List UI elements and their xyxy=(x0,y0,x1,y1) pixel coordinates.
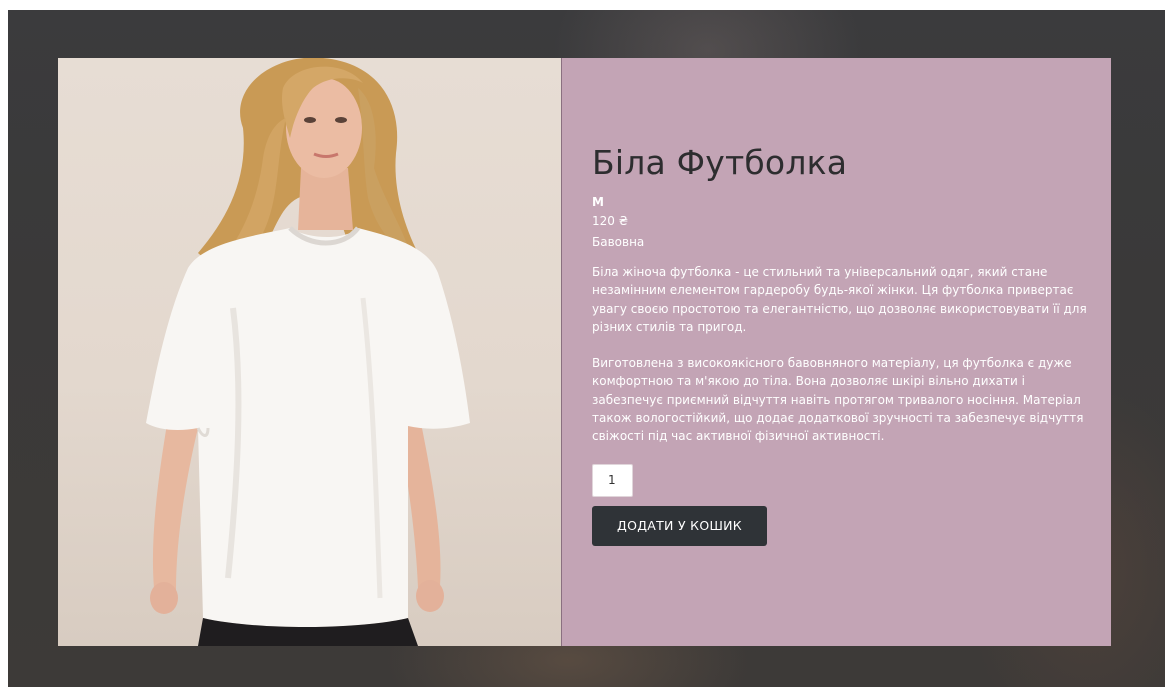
product-description: Біла жіноча футболка - це стильний та ун… xyxy=(592,263,1087,446)
product-price: 120 ₴ xyxy=(592,213,629,228)
add-to-cart-button[interactable]: ДОДАТИ У КОШИК xyxy=(592,505,767,546)
description-paragraph: Виготовлена з високоякісного бавовняного… xyxy=(592,356,1084,444)
description-paragraph: Біла жіноча футболка - це стильний та ун… xyxy=(592,264,1087,334)
quantity-input[interactable] xyxy=(592,463,633,497)
product-material: Бавовна xyxy=(592,234,645,249)
product-info-panel: Біла Футболка М 120 ₴ Бавовна Біла жіноч… xyxy=(561,58,1111,646)
product-size: М xyxy=(592,194,604,209)
product-title: Біла Футболка xyxy=(592,143,848,182)
product-photo xyxy=(58,58,561,646)
product-card: Біла Футболка М 120 ₴ Бавовна Біла жіноч… xyxy=(58,58,1111,646)
